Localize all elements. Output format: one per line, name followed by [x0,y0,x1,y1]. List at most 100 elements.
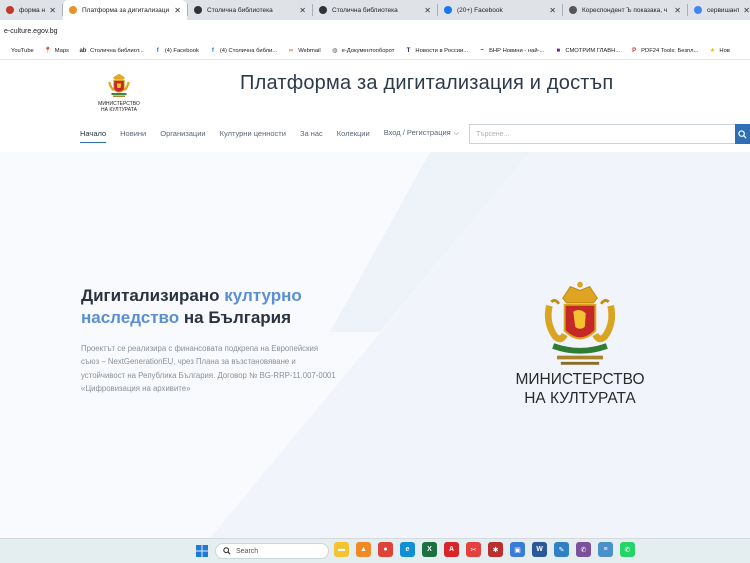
browser-tab-strip: форма на МК - ...✕Платформа за дигитализ… [0,0,750,20]
bookmark-item[interactable]: ~ БНР Новини - най-... [478,47,544,55]
nav-about[interactable]: За нас [300,129,323,138]
close-tab-icon[interactable]: ✕ [674,6,681,15]
nav-login-label: Вход / Регистрация [383,128,451,137]
browser-tab-label: Столична библиотека [332,6,398,14]
excel-icon[interactable]: X [422,542,437,557]
edge-icon[interactable]: e [400,542,415,557]
bookmark-item[interactable]: P PDF24 Tools: Безпл... [630,47,698,55]
bookmark-item[interactable]: 📍 Maps [44,47,69,55]
bookmark-label: е-Документооборот [341,47,395,54]
bookmark-label: СМОТРИМ ГЛАВН... [565,47,621,54]
close-tab-icon[interactable]: ✕ [174,6,181,15]
address-bar[interactable]: e-culture.egov.bg [0,20,750,42]
ministry-logo[interactable]: МИНИСТЕРСТВО НА КУЛТУРАТА [94,70,144,120]
emblem-text-line1: МИНИСТЕРСТВО [515,371,645,388]
bnr-icon: ~ [480,47,484,54]
search-icon [223,547,231,555]
browser-tab[interactable]: (20+) Facebook ✕ [438,0,562,20]
browser-tab[interactable]: Платформа за дигитализаци ✕ [63,0,187,20]
app-puzzle-icon[interactable]: ✱ [488,542,503,557]
news-t-icon: T [406,47,411,54]
hero-description: Проектът се реализира с финансовата подк… [81,344,336,393]
whatsapp-icon[interactable]: ✆ [620,542,635,557]
browser-tab-label: форма на МК - ... [19,6,46,14]
ministry-emblem: МИНИСТЕРСТВО НА КУЛТУРАТА [505,277,655,437]
chrome-icon[interactable]: ● [378,542,393,557]
url-text[interactable]: e-culture.egov.bg [4,28,58,35]
file-explorer-icon[interactable]: ▬ [334,542,349,557]
nav-news[interactable]: Новини [120,129,146,138]
bookmark-label: Maps [54,47,69,54]
browser-tab-label: сервишант - Goo [707,6,740,14]
bookmark-label: Новости в России... [415,47,469,54]
taskbar-apps: ▬ ▲ ● e X A ✂ ✱ ▣ W ✎ ✆ ≡ ✆ [334,542,642,557]
viber-icon[interactable]: ✆ [576,542,591,557]
library-icon: ab [79,47,87,54]
snipping-icon[interactable]: ✂ [466,542,481,557]
site-title: Платформа за дигитализация и достъп [240,72,614,94]
close-tab-icon[interactable]: ✕ [49,6,56,15]
bookmark-item[interactable]: ∞ Webmail [287,47,321,55]
vlc-icon[interactable]: ▲ [356,542,371,557]
close-tab-icon[interactable]: ✕ [424,6,431,15]
smotrim-icon: ■ [556,47,561,54]
bookmark-label: Hoв [719,47,730,54]
taskbar-search-label: Search [236,547,259,555]
nav-cultural-values[interactable]: Културни ценности [220,129,286,138]
acrobat-icon[interactable]: A [444,542,459,557]
logo-text-line2: НА КУЛТУРАТА [100,106,137,113]
browser-tab-label: Платформа за дигитализаци [82,6,170,14]
bookmark-item[interactable]: YouTube [0,47,34,55]
bookmark-label: PDF24 Tools: Безпл... [641,47,699,54]
browser-tab[interactable]: форма на МК - ...✕ [0,0,62,20]
windows-start-icon[interactable] [196,545,208,557]
globe-icon: ◍ [332,48,338,54]
facebook-icon: f [211,47,214,54]
nav-home[interactable]: Начало [80,129,107,143]
google-icon [694,6,702,14]
browser-tab-label: (20+) Facebook [457,6,503,14]
site-header: МИНИСТЕРСТВО НА КУЛТУРАТА Платформа за д… [0,60,750,152]
browser-tab[interactable]: Кореспондент Ъ показака, ч ✕ [563,0,687,20]
bookmark-item[interactable]: ★ Hoв [708,47,730,55]
word-icon[interactable]: W [532,542,547,557]
bookmark-item[interactable]: f (4) Столична библи... [209,47,277,55]
coat-of-arms-icon [544,281,616,365]
bookmark-label: Столична библиот... [89,47,144,54]
library-icon [319,6,327,14]
news-icon [569,6,577,14]
nav-collections[interactable]: Колекции [337,129,370,138]
nav-organizations[interactable]: Организации [160,129,205,138]
library-icon [194,6,202,14]
taskbar-search[interactable]: Search [215,543,329,559]
photos-icon[interactable]: ▣ [510,542,525,557]
facebook-icon [444,6,452,14]
browser-tab[interactable]: Столична библиотека ✕ [313,0,437,20]
hero-section: Дигитализирано културно наследство на Бъ… [0,152,750,538]
notepad-icon[interactable]: ≡ [598,542,613,557]
nav-login-register[interactable]: Вход / Регистрация ⌵ [384,128,459,138]
bookmark-item[interactable]: ab Столична библиот... [79,47,144,55]
coat-of-arms-icon [108,73,130,97]
paint-icon[interactable]: ✎ [554,542,569,557]
bookmark-label: (4) Столична библи... [219,47,278,54]
browser-tab[interactable]: Столична библиотека ✕ [188,0,312,20]
bookmark-item[interactable]: f (4) Facebook [154,47,199,55]
browser-tab-label: Столична библиотека [207,6,273,14]
bookmarks-bar: YouTube 📍 Maps ab Столична библиот... f (4) Fa… [0,42,750,60]
search-input[interactable] [469,124,735,144]
bookmark-label: (4) Facebook [164,47,199,54]
bookmark-item[interactable]: ◍ е-Документооборот [331,47,395,55]
star-icon: ★ [709,48,716,54]
bookmark-item[interactable]: ■ СМОТРИМ ГЛАВН... [554,47,621,55]
close-tab-icon[interactable]: ✕ [299,6,306,15]
close-tab-icon[interactable]: ✕ [743,6,750,15]
platform-icon [69,6,77,14]
pdf24-icon: P [632,47,637,54]
browser-tab[interactable]: сервишант - Goo✕ [688,0,750,20]
close-tab-icon[interactable]: ✕ [549,6,556,15]
main-nav: Начало Новини Организации Културни ценно… [80,128,473,143]
bookmark-item[interactable]: T Новости в России... [404,47,469,55]
browser-tab-label: Кореспондент Ъ показака, ч [582,6,668,14]
search-button[interactable] [735,124,750,144]
